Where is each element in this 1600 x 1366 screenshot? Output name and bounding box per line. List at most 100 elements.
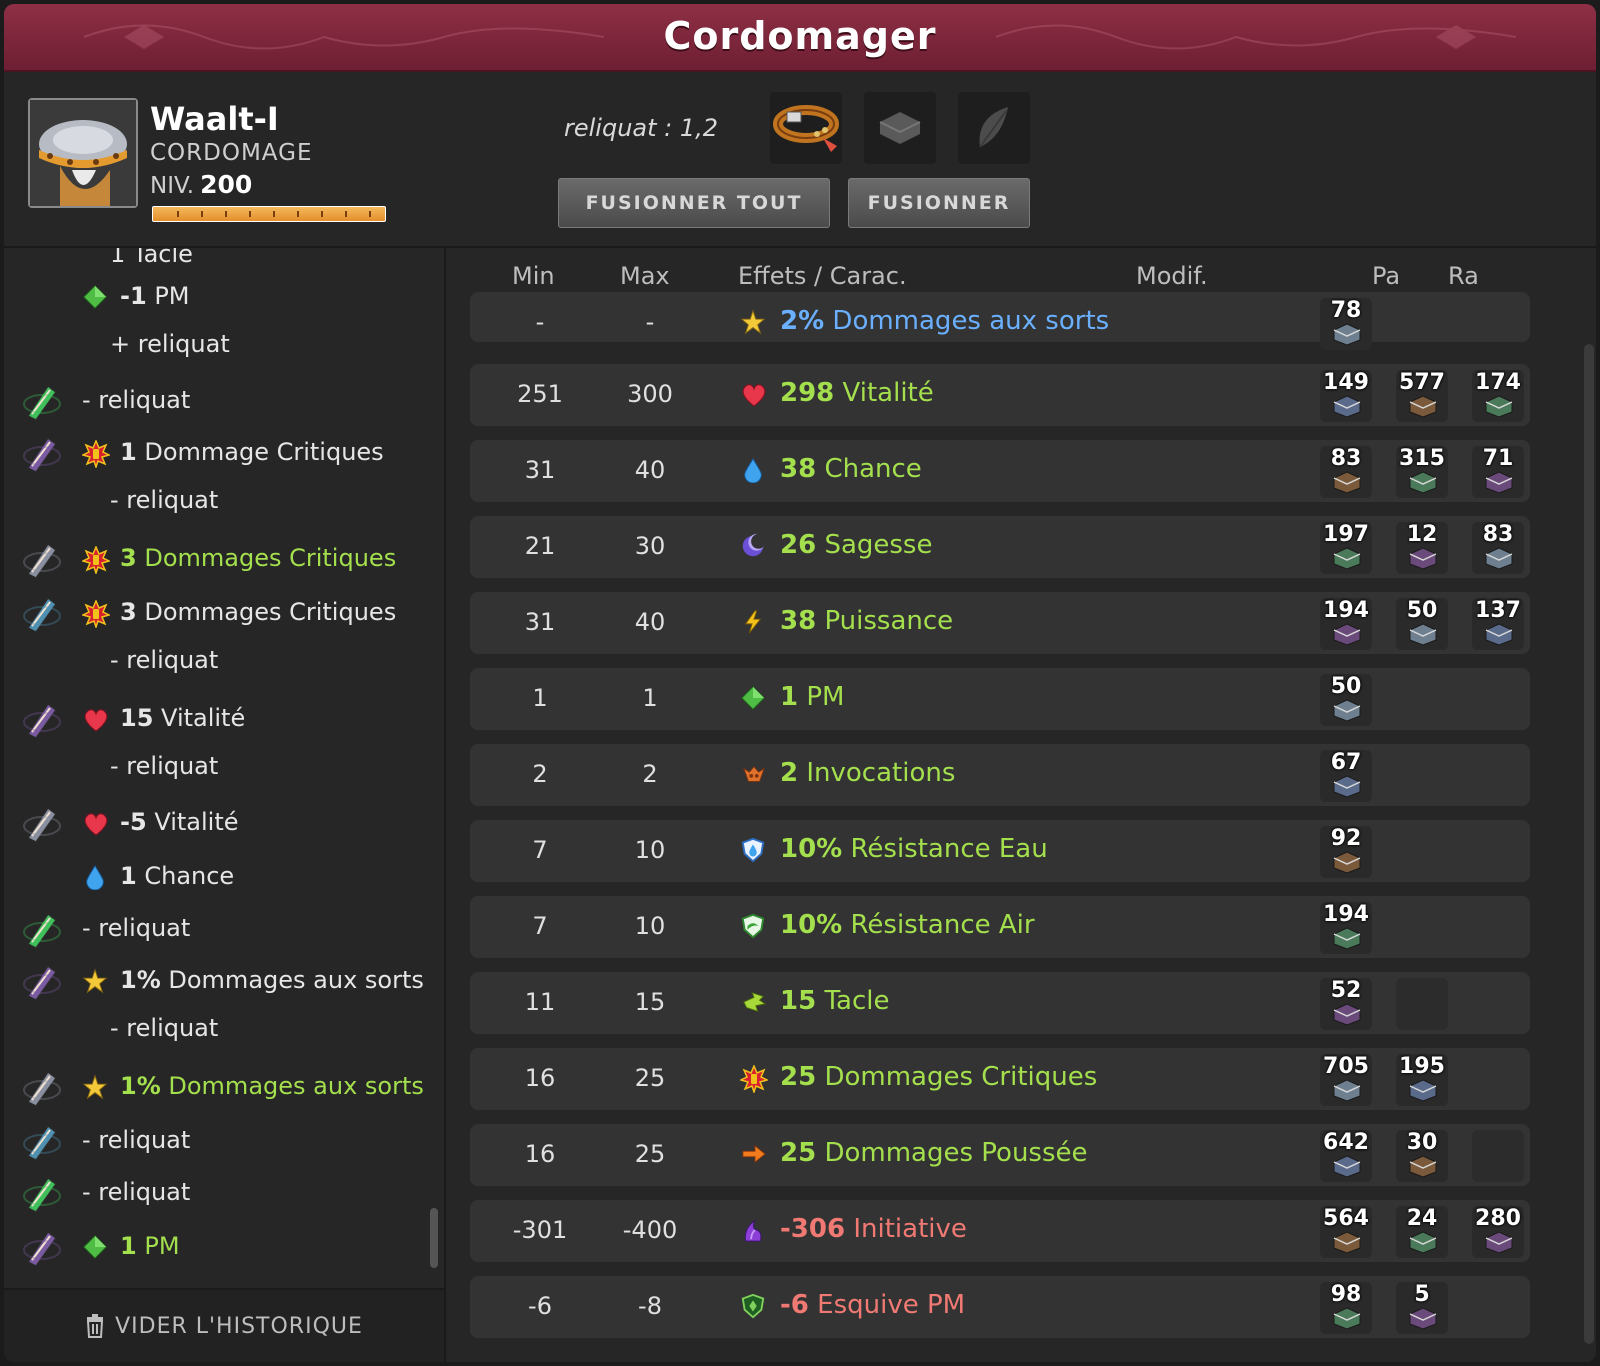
rune-button[interactable]: 98 [1320,1282,1372,1334]
history-item: - reliquat [4,476,434,526]
table-scrollbar[interactable] [1584,344,1594,1344]
character-portrait-icon [30,100,136,206]
rune-button[interactable]: 577 [1396,370,1448,422]
rune-button[interactable]: 137 [1472,598,1524,650]
effect-text: 26 Sagesse [780,530,932,560]
shield-green-icon [740,1293,768,1321]
rune-count: 71 [1482,446,1514,471]
merge-button[interactable]: FUSIONNER [848,178,1030,228]
history-effect-label: PM [144,1232,180,1260]
rune-button[interactable]: 705 [1320,1054,1372,1106]
title-bar[interactable]: Cordomager [4,4,1596,72]
rune-slot[interactable] [864,92,936,164]
level-value: 200 [200,170,253,199]
shield-air-icon [740,913,768,941]
potion-slot[interactable] [958,92,1030,164]
rune-count: 50 [1406,598,1438,623]
max-value: 1 [642,684,658,712]
tackle-icon [740,989,768,1017]
rune-button[interactable]: 30 [1396,1130,1448,1182]
effect-row[interactable]: 222 Invocations 67 [470,744,1530,806]
rune-button[interactable]: 315 [1396,446,1448,498]
rune-button[interactable]: 67 [1320,750,1372,802]
empty-rune-slot[interactable] [1396,978,1448,1030]
header-max: Max [620,262,670,290]
rune-button[interactable]: 83 [1320,446,1372,498]
effect-text: 2% Dommages aux sorts [780,306,1109,336]
heart-icon [82,810,108,836]
rune-button[interactable]: 71 [1472,446,1524,498]
history-effect: 1 Dommage Critiques [120,438,384,466]
header-ra: Ra [1448,262,1479,290]
effect-row[interactable]: 16 25 25 Dommages Poussée 642 30 [470,1124,1530,1186]
history-effect: 1% Dommages aux sorts [120,966,424,994]
rune-button[interactable]: 149 [1320,370,1372,422]
rune-count: 577 [1399,370,1445,395]
rune-icon [18,698,62,740]
rune-button[interactable]: 50 [1320,674,1372,726]
effect-row[interactable]: 7 10 10% Résistance Air 194 [470,896,1530,958]
rune-button[interactable]: 78 [1320,298,1372,350]
clear-history-button[interactable]: VIDER L'HISTORIQUE [4,1288,444,1362]
heart-icon [82,706,108,732]
history-effect-label: Vitalité [154,808,239,836]
effect-text: 38 Puissance [780,606,953,636]
effect-row[interactable]: 251 300 298 Vitalité 149 577 174 [470,364,1530,426]
effect-row[interactable]: - -2% Dommages aux sorts 78 [470,292,1530,350]
rune-button[interactable]: 52 [1320,978,1372,1030]
empty-rune-slot[interactable] [1472,1130,1524,1182]
rune-button[interactable]: 280 [1472,1206,1524,1258]
effect-row[interactable]: 31 40 38 Puissance 194 50 137 [470,592,1530,654]
effect-row[interactable]: 111 PM 50 [470,668,1530,730]
rune-button[interactable]: 12 [1396,522,1448,574]
effect-value: 38 [780,454,817,484]
history-effect: -1 PM [120,282,190,310]
effect-value: 38 [780,606,817,636]
effect-text: 298 Vitalité [780,378,934,408]
diamond-icon [82,1234,108,1260]
rune-button[interactable]: 564 [1320,1206,1372,1258]
history-effect-label: PM [154,282,190,310]
rune-button[interactable]: 174 [1472,370,1524,422]
rune-button[interactable]: 24 [1396,1206,1448,1258]
item-slot[interactable] [770,92,842,164]
history-item: 1 PM [4,1222,434,1272]
effect-value: -306 [780,1214,846,1244]
rune-button[interactable]: 194 [1320,598,1372,650]
effect-row[interactable]: 7 10 10% Résistance Eau 92 [470,820,1530,882]
rune-count: 24 [1406,1206,1438,1231]
merge-all-button[interactable]: FUSIONNER TOUT [558,178,830,228]
rune-count: 12 [1406,522,1438,547]
effect-value: 1 [780,682,799,712]
rune-button[interactable]: 92 [1320,826,1372,878]
crit-icon [80,439,112,470]
rune-button[interactable]: 197 [1320,522,1372,574]
effect-label: PM [806,682,845,712]
effect-value: 2 [780,758,799,788]
max-value: 25 [634,1140,666,1168]
effect-row[interactable]: 11 15 15 Tacle 52 [470,972,1530,1034]
effect-row[interactable]: -6 -8 -6 Esquive PM 98 5 [470,1276,1530,1338]
star-icon [82,1074,108,1100]
effect-row[interactable]: 16 25 25 Dommages Critiques 705 195 [470,1048,1530,1110]
rune-count: 194 [1323,902,1369,927]
history-line: - reliquat [110,1014,219,1042]
effect-row[interactable]: -301 -400 -306 Initiative 564 24 280 [470,1200,1530,1262]
history-scrollbar[interactable] [430,1208,438,1268]
rune-button[interactable]: 642 [1320,1130,1372,1182]
rune-count: 30 [1406,1130,1438,1155]
rune-button[interactable]: 83 [1472,522,1524,574]
history-panel: 1 Tacle -1 PM + reliquat - reliquat 1 Dommag… [4,248,446,1362]
history-item: - reliquat [4,742,434,792]
effect-row[interactable]: 31 40 38 Chance 83 315 71 [470,440,1530,502]
rune-button[interactable]: 194 [1320,902,1372,954]
rune-button[interactable]: 5 [1396,1282,1448,1334]
effect-value: 25 [780,1062,817,1092]
rune-button[interactable]: 195 [1396,1054,1448,1106]
history-effect-value: 15 [120,704,154,732]
effect-row[interactable]: 21 30 26 Sagesse 197 12 83 [470,516,1530,578]
history-effect: -5 Vitalité [120,808,239,836]
history-effect-label: Vitalité [161,704,246,732]
rune-count: 642 [1323,1130,1369,1155]
rune-button[interactable]: 50 [1396,598,1448,650]
